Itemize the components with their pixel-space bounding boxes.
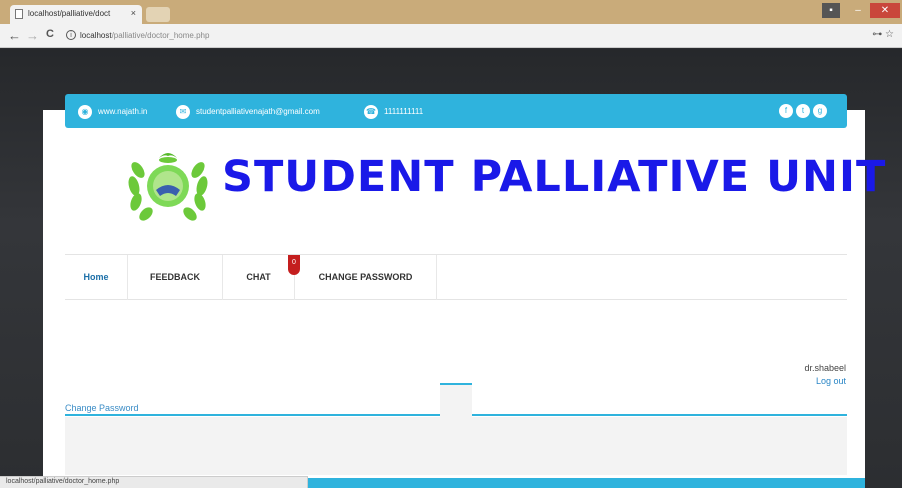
url-path: /palliative/doctor_home.php <box>111 31 210 40</box>
reload-icon[interactable]: C <box>46 28 54 40</box>
envelope-icon: ✉ <box>176 105 190 119</box>
phone-text: 1111111111 <box>384 107 424 117</box>
close-window-icon[interactable]: ✕ <box>870 3 900 18</box>
url-field[interactable]: i localhost/palliative/doctor_home.php <box>64 27 884 45</box>
minimize-icon[interactable]: – <box>850 3 866 18</box>
palliative-logo-icon <box>128 153 208 221</box>
website-text: www.najath.in <box>98 107 148 117</box>
browser-status-bar: localhost/palliative/doctor_home.php <box>0 476 308 488</box>
menu-item-feedback[interactable]: FEEDBACK <box>128 255 223 300</box>
email-text: studentpalliativenajath@gmail.com <box>196 107 320 117</box>
change-password-heading: Change Password <box>65 403 139 413</box>
tab-title: localhost/palliative/doct <box>28 9 111 18</box>
back-icon[interactable]: ← <box>8 28 21 43</box>
chat-count-badge: 0 <box>288 255 300 275</box>
email-item[interactable]: ✉ studentpalliativenajath@gmail.com <box>176 105 320 119</box>
main-menu: Home FEEDBACK CHAT CHANGE PASSWORD <box>65 254 847 300</box>
contact-bar: ◉ www.najath.in ✉ studentpalliativenajath@… <box>65 94 847 128</box>
twitter-icon[interactable]: t <box>796 104 810 118</box>
browser-tab-strip: localhost/palliative/doct × ▪ – ✕ <box>0 0 902 24</box>
section-divider-tab <box>440 383 472 421</box>
address-bar: ← → C i localhost/palliative/doctor_home… <box>0 24 902 48</box>
footer-bar <box>308 478 865 488</box>
forward-icon[interactable]: → <box>26 28 39 43</box>
new-tab-button[interactable] <box>146 7 170 22</box>
user-icon[interactable]: ▪ <box>822 3 840 18</box>
site-title: STUDENT PALLIATIVE UNIT <box>222 152 887 202</box>
url-host: localhost <box>80 31 112 40</box>
tab-close-icon[interactable]: × <box>131 8 136 18</box>
website-item[interactable]: ◉ www.najath.in <box>78 105 147 119</box>
google-plus-icon[interactable]: g <box>813 104 827 118</box>
change-password-panel <box>65 417 847 475</box>
globe-icon: ◉ <box>78 105 92 119</box>
key-star-icons[interactable]: ⊶ ☆ <box>872 29 894 40</box>
user-name: dr.shabeel <box>804 363 846 373</box>
facebook-icon[interactable]: f <box>779 104 793 118</box>
section-underline-left <box>65 414 440 416</box>
menu-item-home[interactable]: Home <box>65 255 128 300</box>
logout-link[interactable]: Log out <box>816 376 846 386</box>
info-icon[interactable]: i <box>66 30 76 40</box>
page-icon <box>15 9 23 19</box>
menu-item-chat[interactable]: CHAT <box>223 255 295 300</box>
phone-item[interactable]: ☎ 1111111111 <box>364 105 423 119</box>
menu-item-change-password[interactable]: CHANGE PASSWORD <box>295 255 437 300</box>
section-underline-right <box>472 414 847 416</box>
browser-tab[interactable]: localhost/palliative/doct × <box>10 5 142 24</box>
phone-icon: ☎ <box>364 105 378 119</box>
